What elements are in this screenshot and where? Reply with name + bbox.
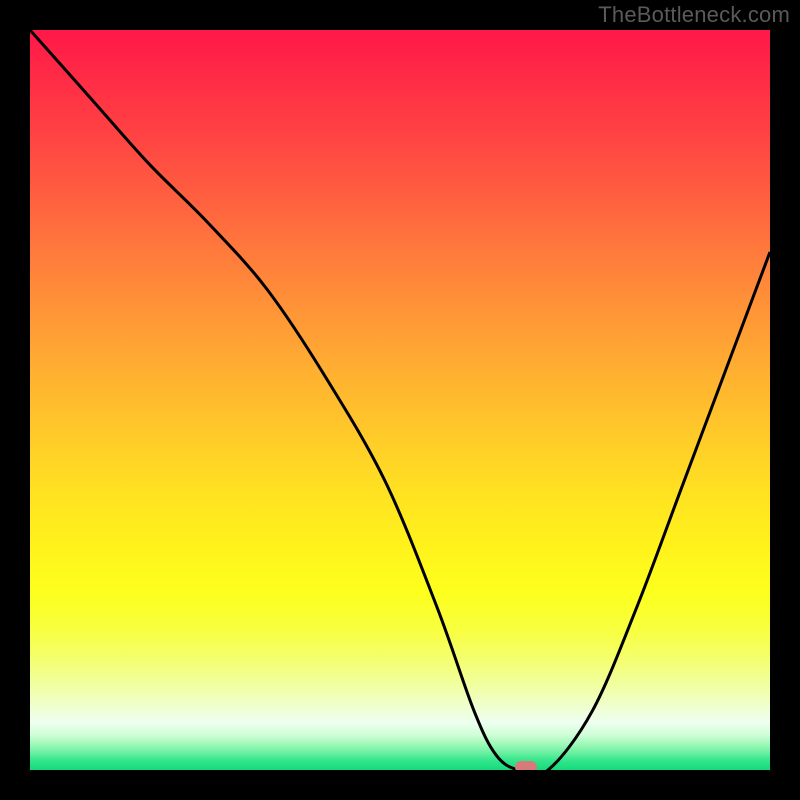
bottleneck-curve-path bbox=[30, 30, 770, 770]
curve-svg bbox=[30, 30, 770, 770]
watermark-text: TheBottleneck.com bbox=[598, 2, 790, 28]
optimum-marker bbox=[515, 761, 537, 770]
plot-area bbox=[30, 30, 770, 770]
chart-container: TheBottleneck.com bbox=[0, 0, 800, 800]
